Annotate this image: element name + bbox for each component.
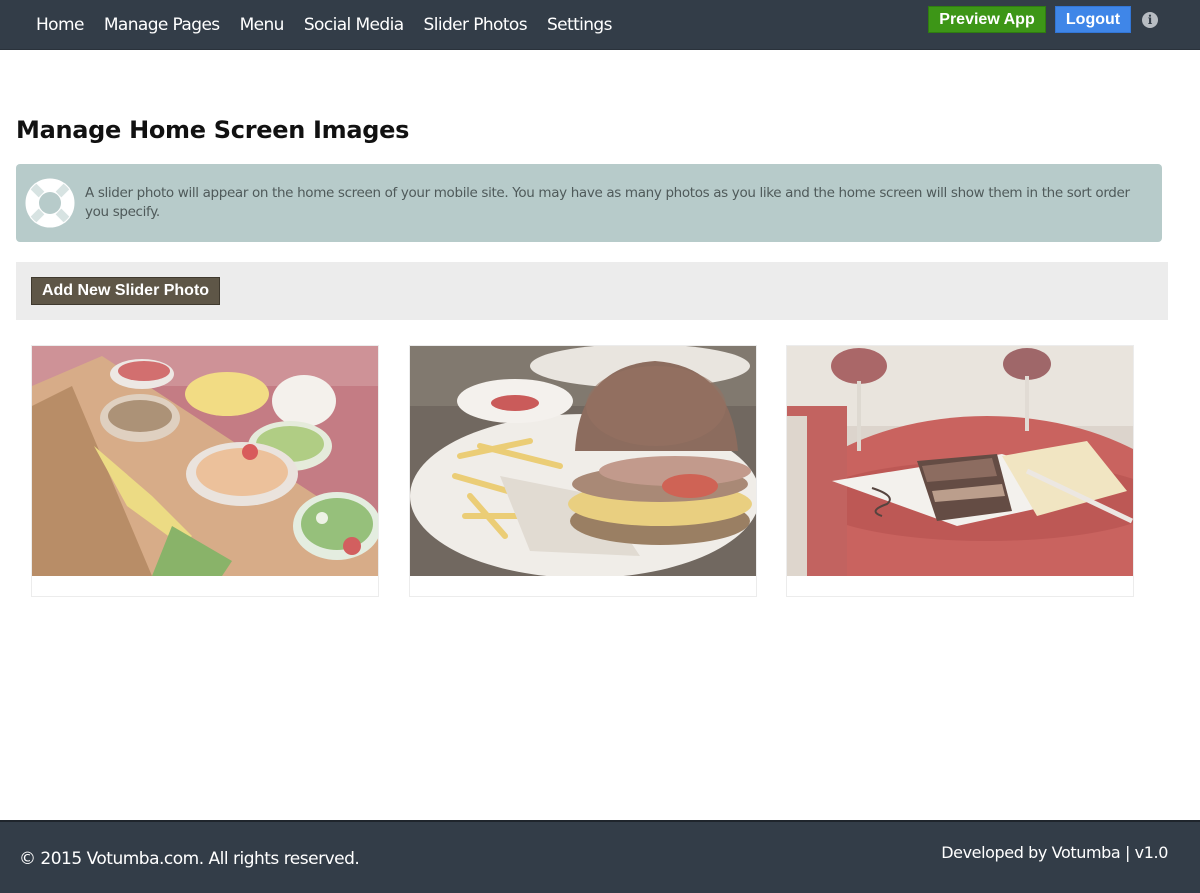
- nav-social-media[interactable]: Social Media: [304, 15, 404, 35]
- developer-credit: Developed by Votumba | v1.0: [941, 843, 1168, 862]
- info-alert: A slider photo will appear on the home s…: [16, 164, 1162, 242]
- cake-photo: [787, 346, 1133, 576]
- preview-app-button[interactable]: Preview App: [928, 6, 1046, 33]
- slider-photo-card[interactable]: [409, 345, 757, 597]
- lifebuoy-icon: [25, 178, 75, 228]
- info-icon[interactable]: i: [1142, 12, 1158, 28]
- slider-photo-card[interactable]: [786, 345, 1134, 597]
- slider-photo-card[interactable]: [31, 345, 379, 597]
- nav-menu[interactable]: Menu: [240, 15, 285, 35]
- alert-message: A slider photo will appear on the home s…: [85, 185, 1130, 220]
- nav-slider-photos[interactable]: Slider Photos: [424, 15, 528, 35]
- top-navbar: Home Manage Pages Menu Social Media Slid…: [0, 0, 1200, 50]
- burger-photo: [410, 346, 756, 576]
- salad-photo: [32, 346, 378, 576]
- copyright-text: © 2015 Votumba.com. All rights reserved.: [19, 849, 360, 869]
- logout-button[interactable]: Logout: [1055, 6, 1131, 33]
- nav-settings[interactable]: Settings: [547, 15, 613, 35]
- add-slider-photo-button[interactable]: Add New Slider Photo: [31, 277, 220, 305]
- photo-toolbar: Add New Slider Photo: [16, 262, 1168, 320]
- page-title: Manage Home Screen Images: [16, 116, 410, 144]
- nav-home[interactable]: Home: [36, 15, 84, 35]
- main-nav: Home Manage Pages Menu Social Media Slid…: [26, 0, 622, 50]
- page-footer: © 2015 Votumba.com. All rights reserved.…: [0, 820, 1200, 893]
- nav-manage-pages[interactable]: Manage Pages: [104, 15, 220, 35]
